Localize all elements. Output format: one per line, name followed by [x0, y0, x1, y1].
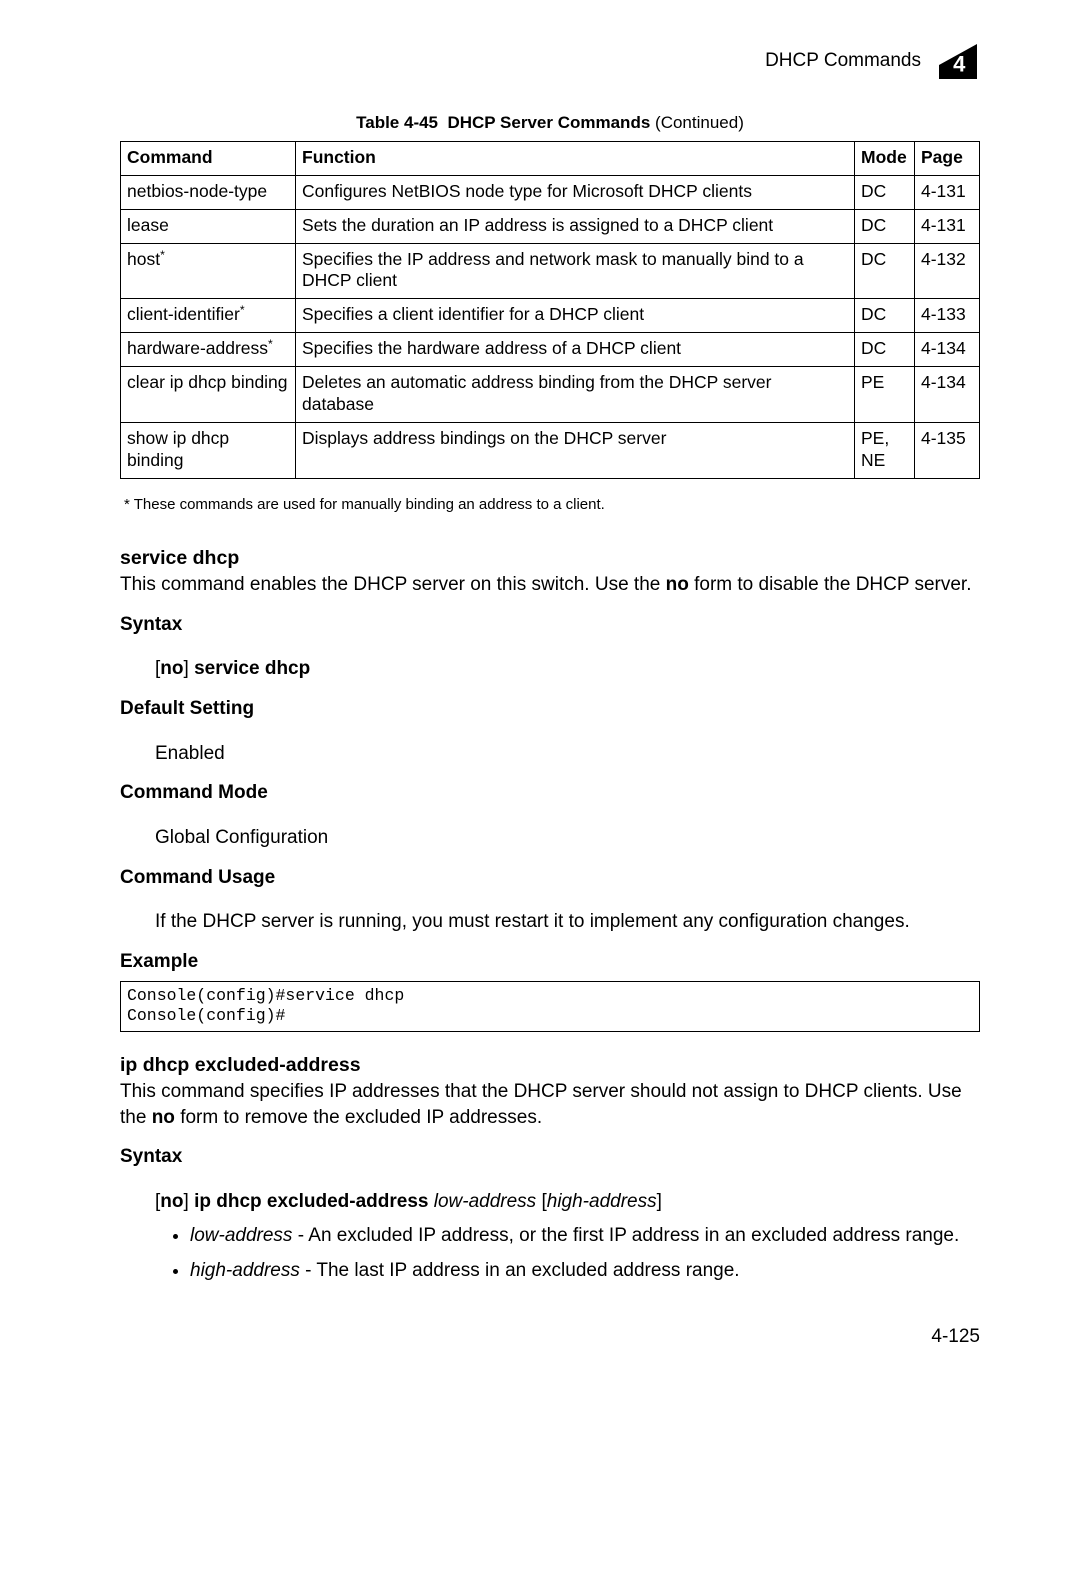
table-header-row: Command Function Mode Page [121, 141, 980, 175]
service-dhcp-description: This command enables the DHCP server on … [120, 572, 980, 598]
cell-page: 4-133 [915, 299, 980, 333]
cell-mode: DC [855, 243, 915, 299]
cell-command: hardware-address* [121, 333, 296, 367]
header-title: DHCP Commands [765, 48, 921, 74]
example-code-block: Console(config)#service dhcp Console(con… [120, 981, 980, 1032]
chapter-badge: 4 [936, 40, 980, 82]
cell-function: Specifies the IP address and network mas… [296, 243, 855, 299]
commands-table: Command Function Mode Page netbios-node-… [120, 141, 980, 479]
asterisk-icon: * [268, 337, 273, 351]
chapter-number: 4 [953, 50, 965, 80]
cell-page: 4-134 [915, 333, 980, 367]
section-service-dhcp-heading: service dhcp [120, 545, 980, 571]
table-row: clear ip dhcp bindingDeletes an automati… [121, 367, 980, 423]
cell-mode: DC [855, 175, 915, 209]
command-usage-value: If the DHCP server is running, you must … [155, 909, 976, 935]
th-mode: Mode [855, 141, 915, 175]
default-setting-heading: Default Setting [120, 696, 980, 722]
th-command: Command [121, 141, 296, 175]
cell-page: 4-131 [915, 209, 980, 243]
cell-mode: DC [855, 209, 915, 243]
cell-page: 4-134 [915, 367, 980, 423]
table-row: leaseSets the duration an IP address is … [121, 209, 980, 243]
cell-page: 4-135 [915, 422, 980, 478]
table-row: netbios-node-typeConfigures NetBIOS node… [121, 175, 980, 209]
table-row: show ip dhcp bindingDisplays address bin… [121, 422, 980, 478]
cell-function: Specifies the hardware address of a DHCP… [296, 333, 855, 367]
table-row: hardware-address*Specifies the hardware … [121, 333, 980, 367]
asterisk-icon: * [160, 248, 165, 262]
page-header: DHCP Commands 4 [120, 40, 980, 82]
cell-command: clear ip dhcp binding [121, 367, 296, 423]
default-setting-value: Enabled [155, 741, 980, 767]
parameter-list: low-address - An excluded IP address, or… [170, 1223, 980, 1284]
cell-mode: DC [855, 333, 915, 367]
syntax-value: [no] service dhcp [155, 656, 980, 682]
table-row: host*Specifies the IP address and networ… [121, 243, 980, 299]
syntax-value-2: [no] ip dhcp excluded-address low-addres… [155, 1189, 980, 1215]
cell-command: client-identifier* [121, 299, 296, 333]
cell-command: lease [121, 209, 296, 243]
param-low-address: low-address - An excluded IP address, or… [190, 1223, 980, 1249]
section-excluded-address-heading: ip dhcp excluded-address [120, 1052, 980, 1078]
asterisk-icon: * [240, 303, 245, 317]
table-row: client-identifier*Specifies a client ide… [121, 299, 980, 333]
excluded-address-description: This command specifies IP addresses that… [120, 1079, 980, 1130]
cell-command: host* [121, 243, 296, 299]
syntax-heading: Syntax [120, 612, 980, 638]
command-usage-heading: Command Usage [120, 865, 980, 891]
table-footnote: * These commands are used for manually b… [124, 495, 980, 515]
command-mode-value: Global Configuration [155, 825, 980, 851]
th-function: Function [296, 141, 855, 175]
cell-mode: DC [855, 299, 915, 333]
cell-mode: PE [855, 367, 915, 423]
table-caption: Table 4-45 DHCP Server Commands (Continu… [120, 112, 980, 135]
cell-function: Sets the duration an IP address is assig… [296, 209, 855, 243]
cell-function: Deletes an automatic address binding fro… [296, 367, 855, 423]
syntax-heading-2: Syntax [120, 1144, 980, 1170]
cell-command: netbios-node-type [121, 175, 296, 209]
cell-page: 4-131 [915, 175, 980, 209]
param-high-address: high-address - The last IP address in an… [190, 1258, 980, 1284]
example-heading: Example [120, 949, 980, 975]
page-number: 4-125 [120, 1324, 980, 1350]
cell-mode: PE, NE [855, 422, 915, 478]
cell-function: Configures NetBIOS node type for Microso… [296, 175, 855, 209]
cell-page: 4-132 [915, 243, 980, 299]
cell-command: show ip dhcp binding [121, 422, 296, 478]
cell-function: Displays address bindings on the DHCP se… [296, 422, 855, 478]
th-page: Page [915, 141, 980, 175]
command-mode-heading: Command Mode [120, 780, 980, 806]
cell-function: Specifies a client identifier for a DHCP… [296, 299, 855, 333]
